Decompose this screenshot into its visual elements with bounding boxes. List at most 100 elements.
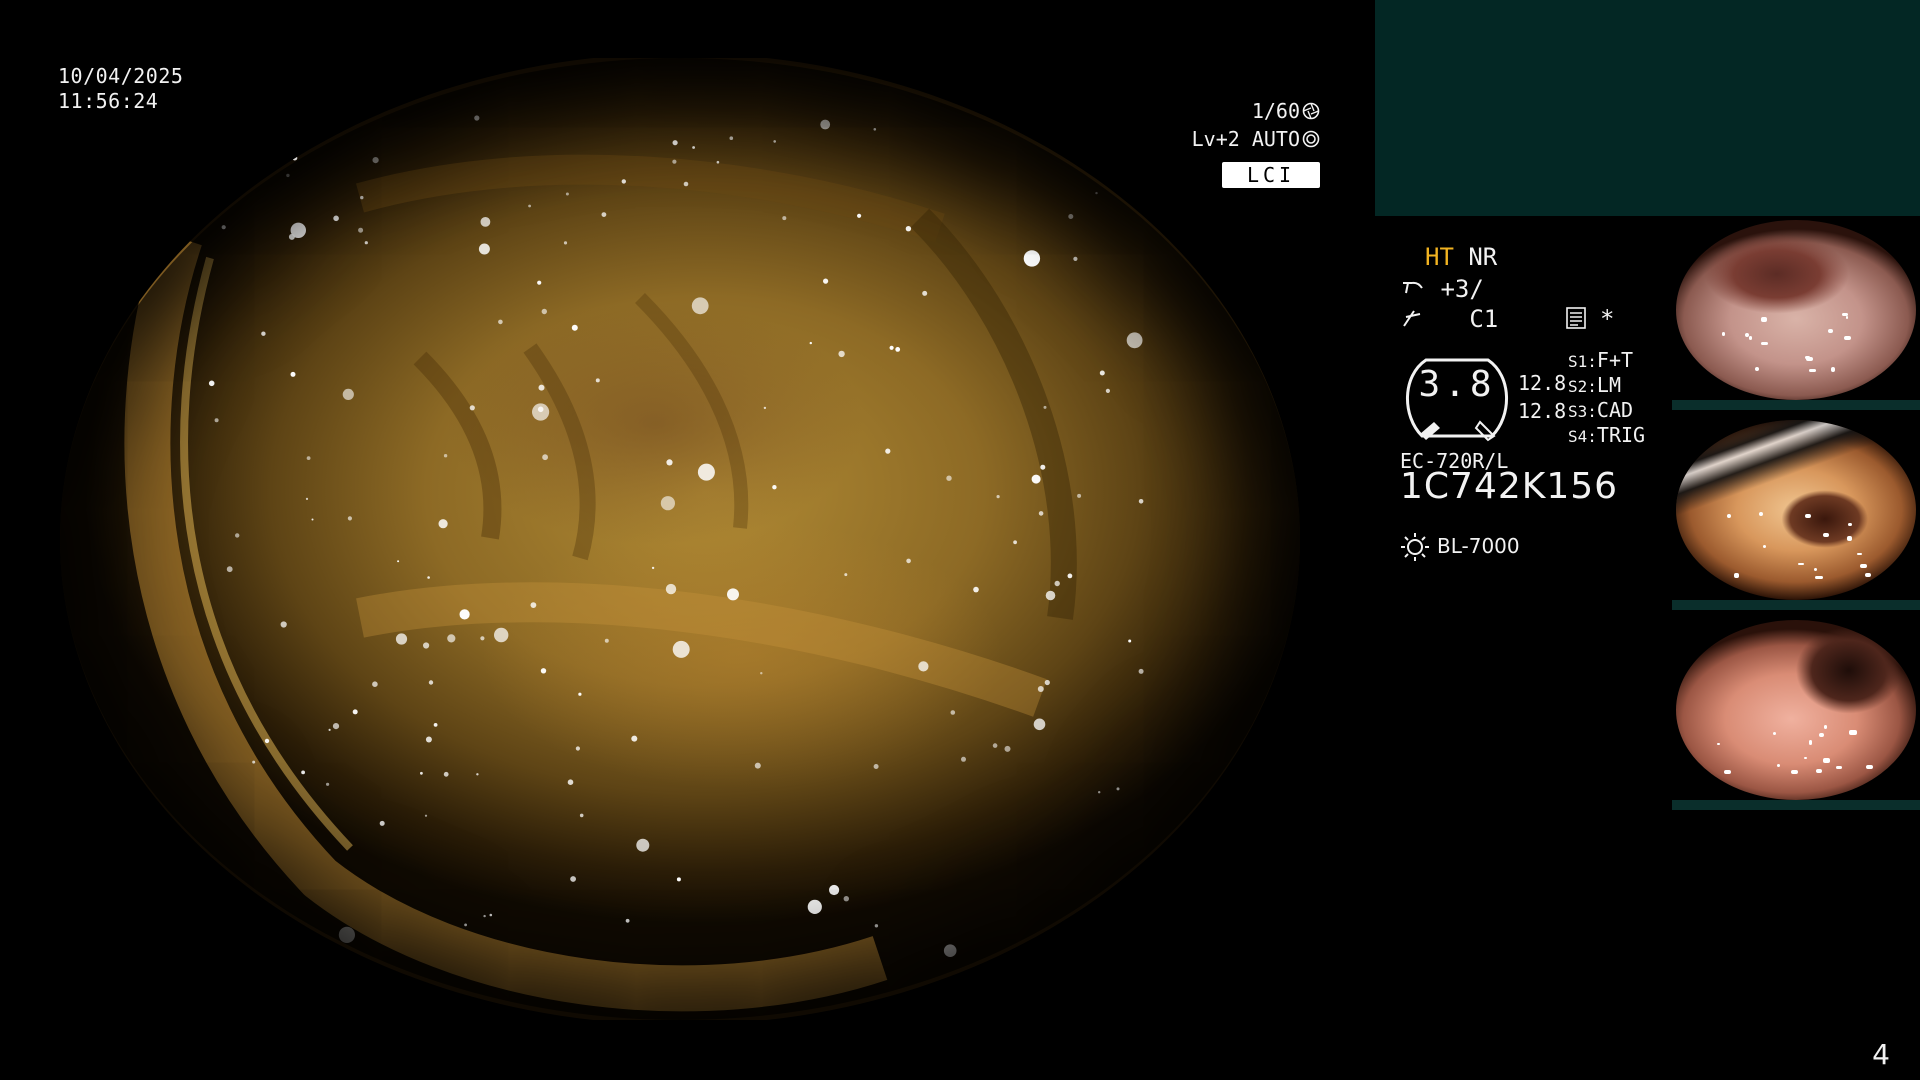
specular-spot [301, 770, 305, 775]
specular-spot [1760, 317, 1767, 322]
specular-spot [226, 566, 233, 573]
specular-spot [1824, 725, 1828, 729]
specular-spot [480, 636, 485, 641]
specular-spot [478, 243, 490, 255]
specular-spot [1040, 464, 1046, 470]
specular-spot [843, 896, 849, 902]
specular-spot [537, 280, 542, 285]
specular-spot [264, 738, 270, 744]
specular-spot [332, 723, 340, 730]
specular-spot [364, 241, 368, 245]
specular-spot [672, 159, 677, 164]
specular-spot [601, 212, 607, 218]
thumbnail-bar [1672, 800, 1920, 810]
specular-spot [1822, 532, 1829, 537]
specular-spot [1143, 124, 1154, 135]
specular-spot [873, 128, 877, 131]
specular-spot [469, 405, 475, 411]
structure-enhancement-row: +3/ [1400, 276, 1484, 302]
thumbnail-bar [1672, 600, 1920, 610]
specular-spot [651, 566, 655, 570]
specular-spot [973, 586, 979, 593]
specular-spot [1138, 499, 1144, 504]
specular-spot [427, 576, 430, 579]
specular-spot [565, 192, 569, 196]
specular-spot [1760, 341, 1769, 346]
scope-switch-2: S2:LM [1568, 373, 1621, 397]
specular-spot [252, 760, 256, 764]
specular-spot [540, 668, 547, 674]
specular-spot [571, 324, 578, 331]
specular-spot [372, 157, 379, 164]
specular-spot [528, 204, 531, 208]
specular-spot [480, 217, 491, 227]
thumbnail-image [1676, 420, 1916, 600]
specular-spot [672, 140, 678, 146]
specular-spot [1790, 770, 1799, 774]
mucosa-texture [124, 115, 1154, 1012]
specular-spot [1797, 563, 1804, 566]
specular-spot [1068, 214, 1074, 219]
specular-spot [754, 762, 761, 769]
iris-icon [1302, 130, 1320, 148]
specular-spot [1716, 743, 1720, 746]
scope-switch-4: S4:TRIG [1568, 423, 1646, 447]
specular-spot [1815, 576, 1824, 579]
specular-spot [697, 463, 715, 481]
info-banner [1375, 0, 1920, 216]
specular-spot [1721, 332, 1725, 337]
specular-spot [1815, 769, 1823, 774]
specular-spot [943, 944, 957, 957]
specular-spot [1073, 256, 1078, 261]
specular-spot [946, 475, 952, 481]
specular-spot [1845, 315, 1849, 320]
specular-spot [1831, 367, 1836, 372]
specular-spot [1827, 329, 1834, 333]
specular-spot [1067, 573, 1073, 579]
iris-mode: AUTO [1251, 127, 1300, 151]
specular-spot [1095, 191, 1098, 195]
specular-spot [809, 341, 812, 345]
specular-spot [1023, 250, 1041, 267]
nr-label: NR [1468, 243, 1498, 271]
specular-spot [360, 195, 364, 200]
specular-spot [494, 627, 509, 643]
thumbnail-image [1676, 220, 1916, 400]
scope-switch-1: S1:F+T [1568, 348, 1634, 372]
time-text: 11:56:24 [58, 89, 159, 113]
specular-spot [773, 140, 776, 143]
asterisk-marker: * [1600, 305, 1615, 333]
specular-spot [1772, 731, 1777, 735]
captured-thumbnail-3[interactable] [1672, 618, 1920, 810]
specular-spot [1723, 769, 1732, 774]
specular-spot [290, 371, 296, 377]
specular-spot [889, 345, 894, 350]
specular-spot [530, 602, 537, 608]
specular-spot [665, 583, 677, 595]
light-source-icon [1401, 533, 1429, 561]
specular-spot [443, 771, 449, 777]
specular-spot [578, 692, 582, 696]
specular-spot [423, 642, 430, 649]
specular-spot [464, 923, 467, 927]
specular-spot [352, 709, 358, 715]
specular-spot [1819, 733, 1825, 737]
specular-spot [950, 710, 956, 715]
specular-spot [621, 179, 626, 184]
specular-spot [1123, 115, 1138, 130]
specular-spot [716, 160, 720, 164]
specular-spot [922, 290, 928, 296]
specular-spot [379, 820, 385, 826]
captured-thumbnail-1[interactable] [1672, 218, 1920, 410]
enhancement-value: +3/ [1440, 275, 1484, 303]
specular-spot [782, 216, 787, 221]
specular-spot [820, 119, 831, 130]
specular-spot [306, 456, 311, 460]
specular-spot [992, 743, 998, 748]
endoscope-live-view [60, 58, 1300, 1020]
specular-spot [692, 146, 695, 149]
specular-spot [1126, 332, 1143, 349]
captured-thumbnail-2[interactable] [1672, 418, 1920, 610]
specular-spot [905, 226, 912, 232]
specular-spot [328, 728, 331, 732]
